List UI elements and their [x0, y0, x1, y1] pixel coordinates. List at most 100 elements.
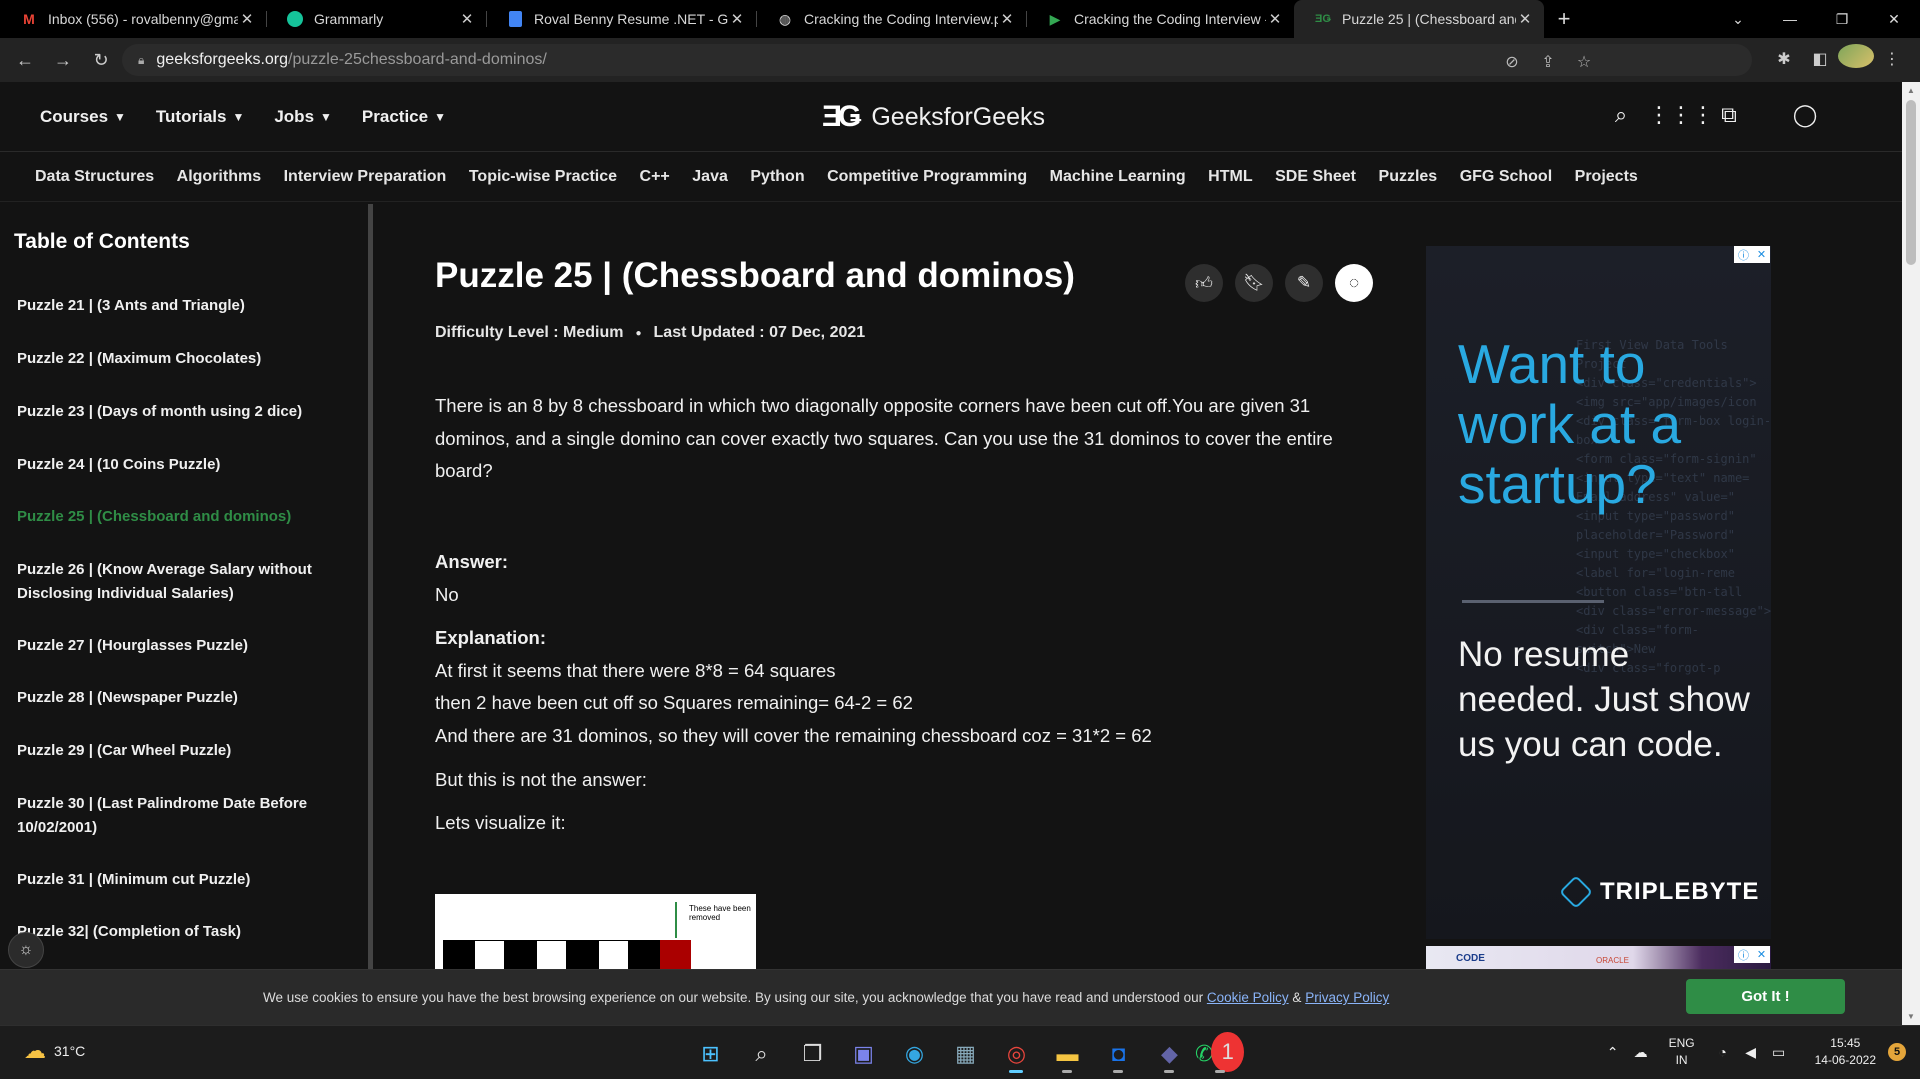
- bookmark-star-icon[interactable]: ☆: [1566, 52, 1602, 72]
- nav-practice[interactable]: Practice ▼: [362, 107, 446, 127]
- chrome-icon[interactable]: ◎: [991, 1034, 1042, 1074]
- subnav-item[interactable]: Puzzles: [1379, 168, 1438, 186]
- got-it-button[interactable]: Got It !: [1686, 979, 1845, 1014]
- subnav-item[interactable]: Machine Learning: [1050, 168, 1186, 186]
- tab-close-icon[interactable]: ✕: [238, 10, 256, 28]
- toc-item[interactable]: Puzzle 21 | (3 Ants and Triangle): [17, 294, 337, 318]
- tab-close-icon[interactable]: ✕: [998, 10, 1016, 28]
- forward-icon[interactable]: →: [50, 47, 76, 73]
- lock-icon[interactable]: 🔒︎: [138, 53, 144, 68]
- onedrive-icon[interactable]: ☁: [1627, 1044, 1655, 1061]
- search-icon[interactable]: ⌕: [1594, 102, 1648, 128]
- profile-avatar[interactable]: [1838, 44, 1874, 73]
- toc-item[interactable]: Puzzle 28 | (Newspaper Puzzle): [17, 686, 337, 710]
- tab-close-icon[interactable]: ✕: [1266, 10, 1284, 28]
- subnav-item[interactable]: HTML: [1208, 168, 1252, 186]
- discuss-icon[interactable]: ◌: [1335, 264, 1373, 302]
- browser-menu-icon[interactable]: ⋮: [1874, 49, 1910, 69]
- tab-resume-doc[interactable]: Roval Benny Resume .NET - Goo ✕: [486, 0, 756, 38]
- subnav-item[interactable]: Data Structures: [35, 168, 154, 186]
- nav-jobs[interactable]: Jobs ▼: [274, 107, 332, 127]
- toc-item[interactable]: Puzzle 32| (Completion of Task): [17, 920, 337, 944]
- tab-gmail[interactable]: M Inbox (556) - rovalbenny@gmai ✕: [0, 0, 266, 38]
- toc-item[interactable]: Puzzle 22 | (Maximum Chocolates): [17, 347, 337, 371]
- toc-item-active[interactable]: Puzzle 25 | (Chessboard and dominos): [17, 505, 337, 529]
- tab-close-icon[interactable]: ✕: [458, 10, 476, 28]
- task-view-icon[interactable]: ❐: [787, 1034, 838, 1074]
- file-explorer-icon[interactable]: ▬: [1042, 1034, 1093, 1074]
- subnav-item[interactable]: Java: [692, 168, 728, 186]
- tab-search-icon[interactable]: ⌄: [1712, 11, 1764, 28]
- like-icon[interactable]: 👍︎: [1185, 264, 1223, 302]
- toc-item[interactable]: Puzzle 29 | (Car Wheel Puzzle): [17, 739, 337, 763]
- toc-item[interactable]: Puzzle 26 | (Know Average Salary without…: [17, 558, 337, 606]
- privacy-policy-link[interactable]: Privacy Policy: [1305, 990, 1389, 1005]
- scrollbar-thumb[interactable]: [1906, 100, 1916, 265]
- wifi-icon[interactable]: ◔: [1709, 1044, 1737, 1060]
- bookmark-icon[interactable]: 🔖︎: [1235, 264, 1273, 302]
- tab-close-icon[interactable]: ✕: [1516, 10, 1534, 28]
- reload-icon[interactable]: ↻: [88, 47, 114, 73]
- edge-icon[interactable]: ◉: [889, 1034, 940, 1074]
- close-window-icon[interactable]: ✕: [1868, 11, 1920, 28]
- toc-item[interactable]: Puzzle 24 | (10 Coins Puzzle): [17, 453, 337, 477]
- theme-toggle-icon[interactable]: ☼: [8, 932, 44, 968]
- toc-item[interactable]: Puzzle 30 | (Last Palindrome Date Before…: [17, 792, 337, 840]
- extensions-puzzle-icon[interactable]: ✱: [1766, 49, 1802, 69]
- chevron-up-icon[interactable]: ⌃: [1599, 1044, 1627, 1061]
- page-scrollbar[interactable]: ▲ ▼: [1902, 82, 1920, 1025]
- ad-close-icon[interactable]: ⓘ ✕: [1734, 946, 1770, 963]
- whatsapp-icon[interactable]: ✆ 1: [1195, 1032, 1246, 1074]
- subnav-item[interactable]: Topic-wise Practice: [469, 168, 617, 186]
- volume-icon[interactable]: ◀: [1737, 1044, 1765, 1061]
- outlook-icon[interactable]: ◘: [1093, 1034, 1144, 1074]
- windows-start-icon[interactable]: ⊞: [685, 1034, 736, 1074]
- toc-item[interactable]: Puzzle 27 | (Hourglasses Puzzle): [17, 634, 337, 658]
- subnav-item[interactable]: Algorithms: [177, 168, 261, 186]
- new-tab-button[interactable]: +: [1544, 0, 1584, 38]
- teams-icon[interactable]: ◆: [1144, 1034, 1195, 1074]
- clock[interactable]: 15:45 14-06-2022: [1815, 1035, 1876, 1069]
- subnav-item[interactable]: Interview Preparation: [284, 168, 447, 186]
- advertisement[interactable]: First View Data Tools Project <div class…: [1426, 246, 1771, 939]
- url-field[interactable]: 🔒︎ geeksforgeeks.org/puzzle-25chessboard…: [122, 44, 1752, 76]
- tab-close-icon[interactable]: ✕: [728, 10, 746, 28]
- cookie-policy-link[interactable]: Cookie Policy: [1207, 990, 1289, 1005]
- ad-close-icon[interactable]: ⓘ ✕: [1734, 246, 1770, 263]
- subnav-item[interactable]: Projects: [1575, 168, 1638, 186]
- tab-gfg-puzzle[interactable]: ƎǤ Puzzle 25 | (Chessboard and do ✕: [1294, 0, 1544, 38]
- tab-grammarly[interactable]: Grammarly ✕: [266, 0, 486, 38]
- scroll-down-icon[interactable]: ▼: [1907, 1012, 1915, 1021]
- search-icon[interactable]: ⌕: [736, 1034, 787, 1074]
- subnav-item[interactable]: GFG School: [1460, 168, 1552, 186]
- toc-item[interactable]: Puzzle 23 | (Days of month using 2 dice): [17, 400, 337, 424]
- tracking-blocked-icon[interactable]: ⊘: [1494, 52, 1530, 72]
- teams-chat-icon[interactable]: ▣: [838, 1034, 889, 1074]
- advertisement-2[interactable]: CODE ORACLE: [1426, 946, 1771, 970]
- user-icon[interactable]: ◯: [1778, 102, 1832, 128]
- edit-icon[interactable]: ✎: [1285, 264, 1323, 302]
- weather-widget[interactable]: ☁ 31°C: [24, 1038, 85, 1064]
- restore-icon[interactable]: ❐: [1816, 11, 1868, 28]
- minimize-icon[interactable]: —: [1764, 11, 1816, 27]
- subnav-item[interactable]: Competitive Programming: [827, 168, 1027, 186]
- subnav-item[interactable]: C++: [640, 168, 670, 186]
- translate-icon[interactable]: ⧉: [1702, 102, 1756, 128]
- notification-count[interactable]: 5: [1888, 1043, 1906, 1061]
- site-logo[interactable]: ƎǤ GeeksforGeeks: [822, 97, 1045, 137]
- nav-tutorials[interactable]: Tutorials ▼: [156, 107, 244, 127]
- language-indicator[interactable]: ENG IN: [1669, 1035, 1695, 1069]
- back-icon[interactable]: ←: [12, 47, 38, 73]
- tab-cracking-pdf[interactable]: ◍ Cracking the Coding Interview.p ✕: [756, 0, 1026, 38]
- sidebar-scrollbar[interactable]: [368, 204, 373, 969]
- photos-icon[interactable]: ▦: [940, 1034, 991, 1074]
- subnav-item[interactable]: SDE Sheet: [1275, 168, 1356, 186]
- share-icon[interactable]: ⇪: [1530, 52, 1566, 72]
- tab-cracking-books[interactable]: ▶ Cracking the Coding Interview - ✕: [1026, 0, 1294, 38]
- scroll-up-icon[interactable]: ▲: [1907, 86, 1915, 95]
- subnav-item[interactable]: Python: [750, 168, 804, 186]
- nav-courses[interactable]: Courses ▼: [40, 107, 126, 127]
- apps-grid-icon[interactable]: ⋮⋮⋮: [1648, 102, 1714, 128]
- side-panel-icon[interactable]: ◧: [1802, 49, 1838, 69]
- toc-item[interactable]: Puzzle 31 | (Minimum cut Puzzle): [17, 868, 337, 892]
